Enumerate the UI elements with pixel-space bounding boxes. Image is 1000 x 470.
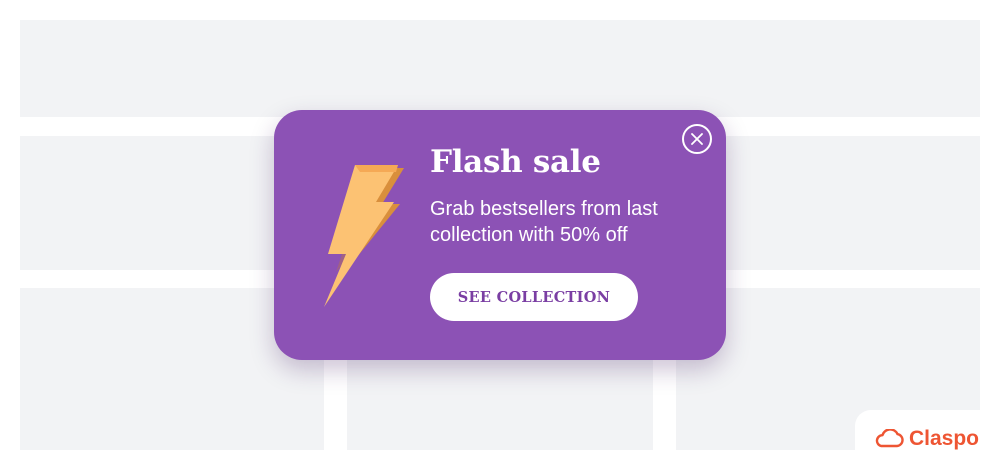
close-button[interactable] — [682, 124, 712, 154]
popup-description: Grab bestsellers from last collection wi… — [430, 198, 658, 246]
popup-title: Flash sale — [430, 144, 601, 180]
close-icon — [691, 133, 703, 145]
cloud-logo-icon — [875, 429, 904, 448]
brand-logo: Claspo — [873, 427, 979, 451]
brand-watermark: Claspo — [855, 410, 1000, 470]
flash-sale-popup: Flash sale Grab bestsellers from last co… — [274, 110, 726, 360]
lightning-bolt-icon — [324, 165, 404, 307]
see-collection-button[interactable]: SEE COLLECTION — [430, 273, 638, 321]
brand-name: Claspo — [909, 427, 980, 450]
placeholder-block-top — [20, 20, 980, 117]
